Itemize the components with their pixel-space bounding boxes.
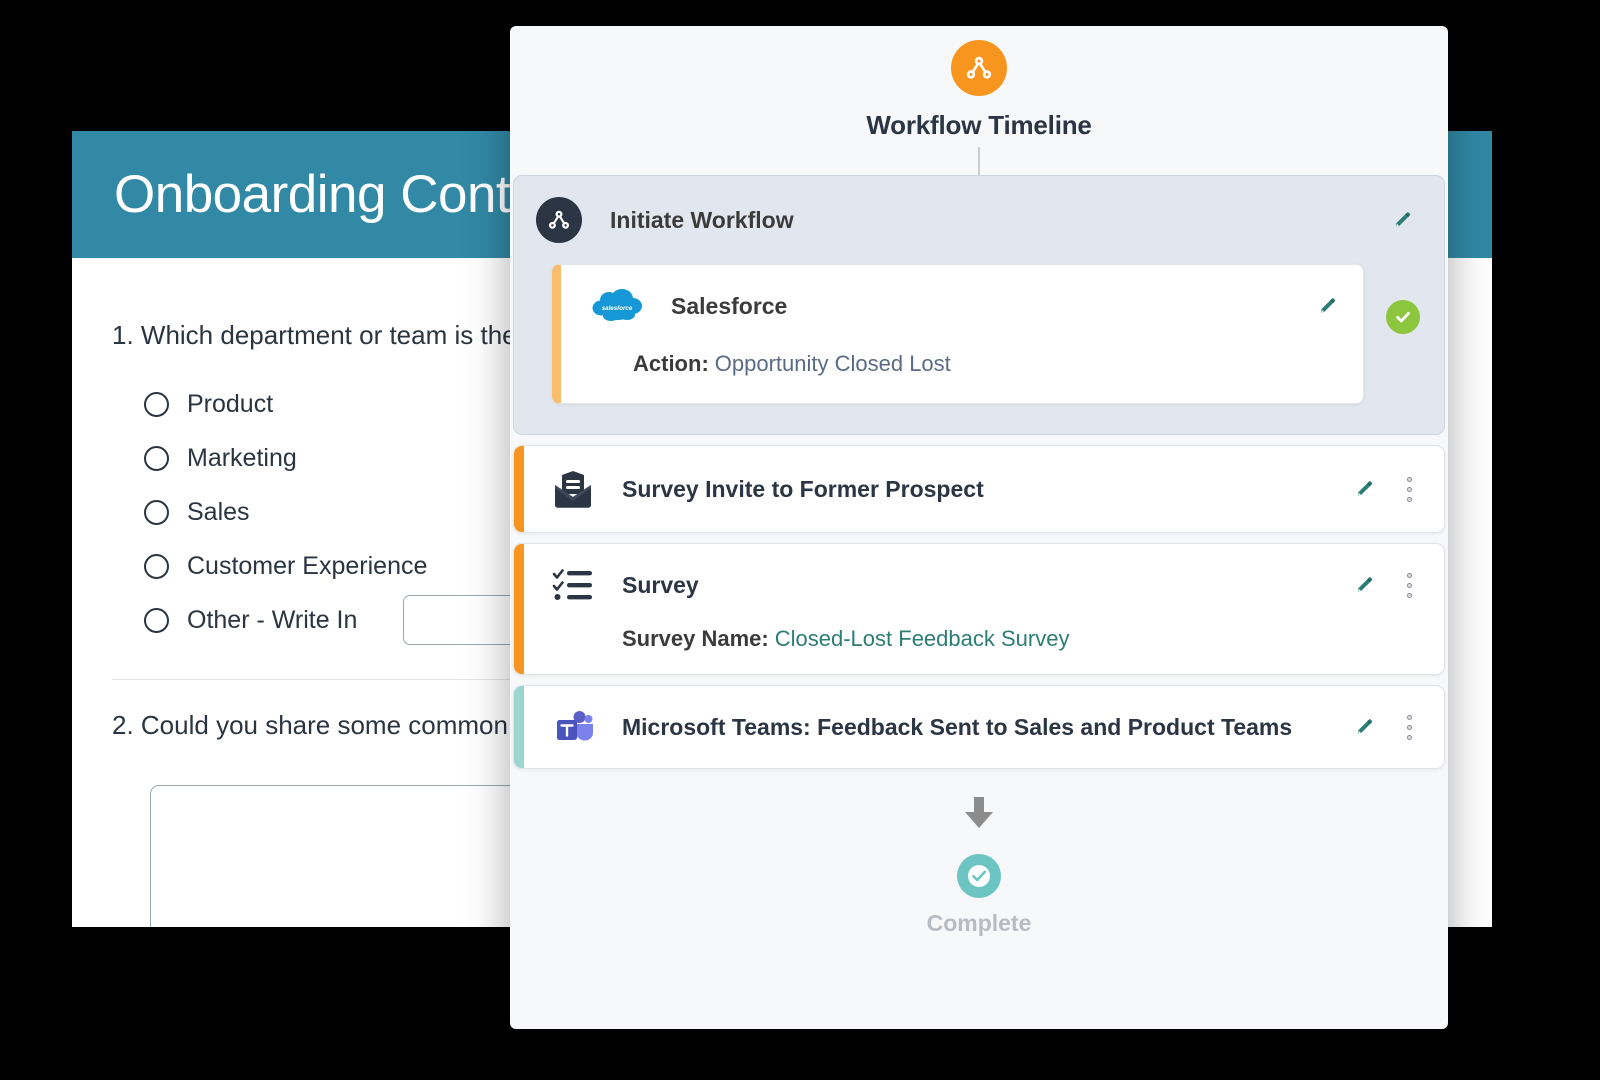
workflow-node-graph-icon [951, 40, 1007, 96]
complete-label: Complete [926, 910, 1032, 936]
survey-name-row: Survey Name: Closed-Lost Feedback Survey [550, 626, 1422, 652]
workflow-connector-line [978, 147, 980, 175]
radio-label: Marketing [187, 443, 297, 472]
salesforce-cloud-icon: salesforce [591, 287, 643, 325]
kebab-dot [1406, 724, 1412, 730]
kebab-dot [1406, 496, 1412, 502]
step-body: Microsoft Teams: Feedback Sent to Sales … [524, 686, 1444, 768]
open-envelope-letter-icon [550, 468, 596, 510]
step-header: Survey [550, 566, 1422, 604]
workflow-node-graph-icon [536, 197, 582, 243]
initiate-workflow-header: Initiate Workflow [514, 176, 1444, 264]
step-title: Survey [622, 571, 699, 598]
pencil-icon[interactable] [1350, 474, 1380, 504]
step-header: Survey Invite to Former Prospect [550, 468, 1422, 510]
page-title: Onboarding Cont [114, 165, 511, 224]
salesforce-card-header: salesforce Salesforce [591, 287, 1343, 325]
initiate-workflow-group: Initiate Workflow salesforce Salesforce … [513, 175, 1445, 435]
kebab-menu-icon[interactable] [1396, 712, 1422, 742]
workflow-timeline-panel: Workflow Timeline Initiate Workflow sale… [510, 26, 1448, 1029]
step-accent-bar [514, 544, 524, 674]
step-card-microsoft-teams[interactable]: Microsoft Teams: Feedback Sent to Sales … [513, 685, 1445, 769]
kebab-dot [1406, 714, 1412, 720]
salesforce-trigger-card[interactable]: salesforce Salesforce Action: Opportunit… [552, 264, 1364, 404]
radio-circle-icon [144, 391, 169, 417]
check-circle-icon [957, 854, 1001, 898]
kebab-dot [1406, 476, 1412, 482]
radio-circle-icon [144, 553, 169, 579]
pencil-icon[interactable] [1350, 712, 1380, 742]
kebab-dot [1406, 582, 1412, 588]
initiate-workflow-title: Initiate Workflow [610, 206, 794, 233]
radio-circle-icon [144, 445, 169, 471]
step-accent-bar [514, 686, 524, 768]
kebab-menu-icon[interactable] [1396, 570, 1422, 600]
pencil-icon[interactable] [1350, 570, 1380, 600]
step-body: Survey Invite to Former Prospect [524, 446, 1444, 532]
radio-label: Customer Experience [187, 551, 428, 580]
kebab-dot [1406, 486, 1412, 492]
pencil-icon[interactable] [1313, 291, 1343, 321]
workflow-header: Workflow Timeline [510, 26, 1448, 141]
survey-name-label: Survey Name: [622, 626, 769, 651]
kebab-dot [1406, 734, 1412, 740]
radio-label: Other - Write In [187, 605, 358, 634]
initiate-workflow-content: salesforce Salesforce Action: Opportunit… [514, 264, 1444, 434]
step-header: Microsoft Teams: Feedback Sent to Sales … [550, 708, 1422, 746]
kebab-dot [1406, 592, 1412, 598]
workflow-title: Workflow Timeline [866, 110, 1092, 140]
survey-name-value: Closed-Lost Feedback Survey [774, 626, 1070, 651]
radio-circle-icon [144, 607, 169, 633]
screenshot-stage: Onboarding Cont 1. Which department or t… [0, 0, 1600, 1080]
pencil-icon[interactable] [1388, 205, 1418, 235]
step-title: Microsoft Teams: Feedback Sent to Sales … [622, 713, 1293, 740]
salesforce-action-label: Action: [633, 351, 709, 376]
salesforce-action-value: Opportunity Closed Lost [714, 351, 951, 376]
step-body: Survey Survey Name: Closed-Lost Feedback… [524, 544, 1444, 674]
arrow-down-icon [961, 793, 997, 838]
kebab-menu-icon[interactable] [1396, 474, 1422, 504]
radio-label: Product [187, 389, 274, 418]
microsoft-teams-icon [550, 708, 596, 746]
step-title: Survey Invite to Former Prospect [622, 475, 984, 502]
checklist-icon [550, 566, 596, 604]
step-card-survey[interactable]: Survey Survey Name: Closed-Lost Feedback… [513, 543, 1445, 675]
step-accent-bar [514, 446, 524, 532]
workflow-footer: Complete [510, 769, 1448, 937]
kebab-dot [1406, 572, 1412, 578]
svg-text:salesforce: salesforce [602, 305, 633, 312]
salesforce-app-name: Salesforce [671, 292, 788, 319]
radio-circle-icon [144, 499, 169, 525]
radio-label: Sales [187, 497, 250, 526]
check-circle-icon [1386, 300, 1420, 334]
salesforce-action-row: Action: Opportunity Closed Lost [591, 351, 1343, 377]
step-card-survey-invite[interactable]: Survey Invite to Former Prospect [513, 445, 1445, 533]
